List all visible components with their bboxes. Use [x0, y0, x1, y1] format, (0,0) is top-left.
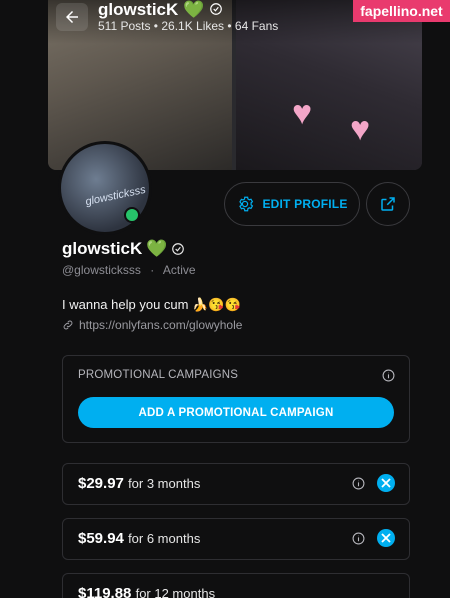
avatar[interactable]: glowsticksss [58, 141, 152, 235]
bundle-item-6-months[interactable]: $59.94 for 6 months [62, 518, 410, 560]
remove-bundle-button[interactable] [377, 529, 395, 547]
header-title: glowsticK [98, 0, 179, 19]
promo-title: PROMOTIONAL CAMPAIGNS [78, 369, 239, 381]
bundle-price-row: $29.97 for 3 months [78, 475, 200, 492]
heart-sticker-icon: ♥ [292, 94, 313, 132]
close-icon [381, 478, 391, 488]
bundle-price: $59.94 [78, 530, 124, 547]
info-icon[interactable] [352, 477, 365, 490]
bundle-price: $119.88 [78, 585, 132, 598]
bundle-item-12-months[interactable]: $119.88 for 12 months [62, 573, 410, 598]
bundle-item-3-months[interactable]: $29.97 for 3 months [62, 463, 410, 505]
share-button[interactable] [366, 182, 410, 226]
link-icon [63, 320, 73, 330]
info-icon[interactable] [352, 532, 365, 545]
verified-icon [210, 3, 222, 15]
share-icon [381, 197, 395, 211]
remove-bundle-button[interactable] [377, 474, 395, 492]
online-status-dot [124, 207, 140, 223]
profile-name: glowsticK [62, 239, 143, 258]
status-text: Active [162, 263, 196, 277]
close-icon [381, 533, 391, 543]
bundle-period: for 3 months [128, 476, 201, 491]
gear-icon [239, 196, 254, 212]
edit-profile-label: EDIT PROFILE [262, 197, 348, 211]
profile-bio: I wanna help you cum 🍌😘😘 [62, 297, 241, 312]
header-title-row: glowsticK 💚 [98, 0, 223, 20]
back-arrow-icon [66, 11, 78, 23]
profile-link[interactable]: https://onlyfans.com/glowyhole [62, 318, 242, 332]
avatar-caption: glowsticksss [84, 183, 147, 209]
bundle-price: $29.97 [78, 475, 124, 492]
bundle-period: for 6 months [128, 531, 201, 546]
verified-icon [172, 243, 185, 255]
header-stats: 511 Posts • 26.1K Likes • 64 Fans [98, 19, 279, 33]
heart-emoji-icon: 💚 [183, 0, 205, 19]
profile-name-row: glowsticK 💚 [62, 239, 185, 259]
watermark: fapellino.net [353, 0, 450, 22]
heart-emoji-icon: 💚 [146, 239, 168, 258]
profile-handle: @glowsticksss [62, 263, 141, 277]
add-promotional-campaign-button[interactable]: ADD A PROMOTIONAL CAMPAIGN [78, 397, 394, 428]
heart-sticker-icon: ♥ [350, 110, 371, 148]
info-icon[interactable] [382, 369, 395, 382]
promotional-campaigns-card: PROMOTIONAL CAMPAIGNS ADD A PROMOTIONAL … [62, 355, 410, 443]
separator: · [150, 263, 155, 277]
profile-handle-row: @glowsticksss · Active [62, 263, 196, 277]
bundle-price-row: $119.88 for 12 months [78, 585, 215, 598]
bundle-period: for 12 months [135, 586, 216, 598]
profile-link-text[interactable]: https://onlyfans.com/glowyhole [79, 318, 242, 332]
bundle-price-row: $59.94 for 6 months [78, 530, 200, 547]
edit-profile-button[interactable]: EDIT PROFILE [224, 182, 360, 226]
back-button[interactable] [56, 3, 88, 31]
